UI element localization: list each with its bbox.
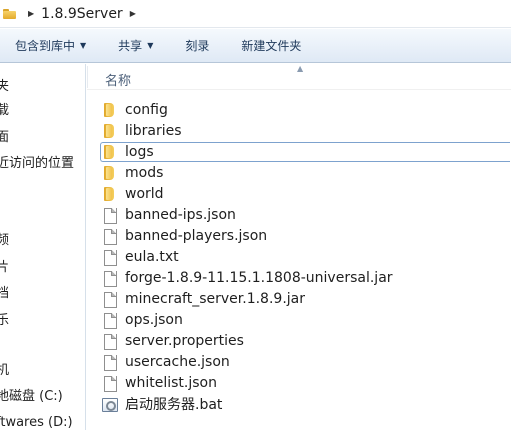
folder-icon	[101, 144, 117, 160]
nav-item-computer[interactable]: 机	[0, 362, 9, 380]
item-name: config	[125, 102, 168, 118]
burn-label: 刻录	[185, 38, 210, 53]
list-item[interactable]: banned-ips.json	[101, 205, 511, 225]
new-folder-label: 新建文件夹	[241, 38, 302, 53]
item-name: 启动服务器.bat	[125, 397, 223, 413]
chevron-right-icon[interactable]: ▶	[130, 9, 136, 18]
nav-item-music[interactable]: 乐	[0, 312, 9, 330]
nav-item-videos[interactable]: 频	[0, 232, 9, 250]
list-item[interactable]: banned-players.json	[101, 226, 511, 246]
new-folder-button[interactable]: 新建文件夹	[239, 34, 303, 58]
list-item[interactable]: world	[101, 184, 511, 204]
list-item[interactable]: server.properties	[101, 331, 511, 351]
file-icon	[101, 312, 117, 329]
batch-file-icon	[101, 396, 118, 412]
list-item[interactable]: whitelist.json	[101, 373, 511, 393]
share-label: 共享	[118, 38, 143, 53]
chevron-right-icon[interactable]: ▶	[28, 9, 34, 18]
navigation-pane[interactable]: 夹 载 面 近访问的位置 频 片 档 乐 机 地磁盘 (C:) ftwares …	[0, 64, 86, 430]
list-item[interactable]: ops.json	[101, 310, 511, 330]
file-icon	[101, 249, 117, 266]
item-name: eula.txt	[125, 249, 179, 265]
column-header-name[interactable]: 名称	[105, 70, 131, 89]
folder-icon	[101, 165, 117, 181]
file-icon	[101, 207, 117, 224]
list-item[interactable]: config	[101, 100, 511, 120]
folder-icon	[101, 123, 117, 139]
file-icon	[101, 354, 117, 371]
include-in-library-label: 包含到库中	[15, 38, 76, 53]
item-name: mods	[125, 165, 164, 181]
file-icon	[101, 333, 117, 350]
list-item[interactable]: mods	[101, 163, 511, 183]
sort-ascending-icon: ▲	[297, 64, 304, 73]
nav-item-documents[interactable]: 档	[0, 285, 9, 303]
item-name: usercache.json	[125, 354, 230, 370]
list-item-selected[interactable]: logs	[100, 142, 510, 162]
chevron-down-icon: ▼	[80, 40, 87, 50]
nav-item-drive-c[interactable]: 地磁盘 (C:)	[0, 388, 63, 406]
folder-icon	[3, 8, 16, 19]
item-name: logs	[125, 144, 154, 160]
item-name: minecraft_server.1.8.9.jar	[125, 291, 305, 307]
nav-item-downloads[interactable]: 载	[0, 102, 9, 120]
item-name: world	[125, 186, 164, 202]
burn-button[interactable]: 刻录	[183, 34, 211, 58]
list-item[interactable]: 启动服务器.bat	[101, 394, 511, 414]
item-name: ops.json	[125, 312, 183, 328]
breadcrumb-current-folder[interactable]: 1.8.9Server	[41, 6, 123, 22]
file-icon	[101, 228, 117, 245]
item-name: whitelist.json	[125, 375, 217, 391]
column-divider[interactable]	[87, 66, 88, 88]
column-header-row: 名称 ▲	[87, 64, 511, 90]
file-icon	[101, 270, 117, 287]
item-name: server.properties	[125, 333, 244, 349]
share-button[interactable]: 共享 ▼	[116, 34, 155, 58]
nav-item-pictures[interactable]: 片	[0, 259, 9, 277]
list-item[interactable]: forge-1.8.9-11.15.1.1808-universal.jar	[101, 268, 511, 288]
list-item[interactable]: usercache.json	[101, 352, 511, 372]
chevron-down-icon: ▼	[147, 40, 154, 50]
item-name: banned-players.json	[125, 228, 268, 244]
nav-item-drive-d[interactable]: ftwares (D:)	[0, 414, 73, 430]
item-name: banned-ips.json	[125, 207, 236, 223]
nav-item-favorites[interactable]: 夹	[0, 78, 9, 96]
item-name: forge-1.8.9-11.15.1.1808-universal.jar	[125, 270, 393, 286]
command-bar: 包含到库中 ▼ 共享 ▼ 刻录 新建文件夹	[0, 29, 511, 63]
list-item[interactable]: libraries	[101, 121, 511, 141]
folder-icon	[101, 102, 117, 118]
list-item[interactable]: eula.txt	[101, 247, 511, 267]
item-name: libraries	[125, 123, 182, 139]
file-icon	[101, 291, 117, 308]
nav-item-desktop[interactable]: 面	[0, 129, 9, 147]
address-bar[interactable]: ▶ 1.8.9Server ▶	[0, 0, 511, 28]
nav-item-recent-places[interactable]: 近访问的位置	[0, 155, 74, 173]
include-in-library-button[interactable]: 包含到库中 ▼	[13, 34, 88, 58]
file-icon	[101, 375, 117, 392]
file-list[interactable]: 名称 ▲ config libraries logs mods world ba…	[87, 64, 511, 430]
list-item[interactable]: minecraft_server.1.8.9.jar	[101, 289, 511, 309]
folder-icon	[101, 186, 117, 202]
